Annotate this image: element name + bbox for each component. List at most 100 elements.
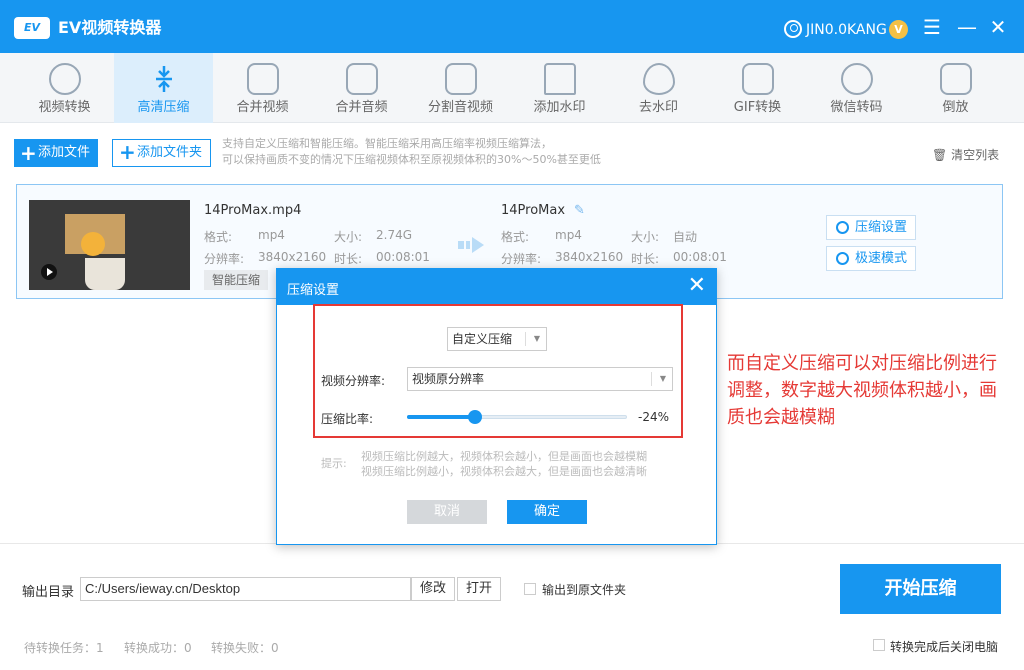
start-compress-button[interactable]: 开始压缩: [840, 564, 1001, 614]
ratio-label: 压缩比率:: [321, 412, 374, 426]
trash-icon: 🗑: [932, 148, 948, 162]
function-toolbar: 视频转换 高清压缩 合并视频 合并音频 分割音视频 添加水印 去水印 GIF转换…: [0, 53, 1024, 123]
to-source-folder-checkbox[interactable]: [524, 583, 536, 595]
tool-label: 添加水印: [533, 100, 586, 115]
menu-icon[interactable]: ☰: [919, 14, 945, 40]
video-thumbnail[interactable]: [29, 200, 190, 290]
tool-label: 微信转码: [830, 100, 883, 115]
split-icon: [445, 63, 477, 95]
source-size: 2.74G: [376, 228, 413, 242]
add-folder-button[interactable]: + 添加文件夹: [112, 139, 212, 167]
output-format: mp4: [555, 228, 582, 242]
play-icon[interactable]: [41, 264, 57, 280]
meta-label: 分辨率:: [501, 252, 542, 266]
fast-mode-label: 极速模式: [855, 251, 908, 266]
resolution-select[interactable]: 视频原分辨率 ▼: [407, 367, 673, 391]
merge-audio-icon: [346, 63, 378, 95]
add-file-button[interactable]: + 添加文件: [14, 139, 99, 167]
cancel-button[interactable]: 取消: [407, 500, 487, 524]
reverse-icon: [940, 63, 972, 95]
meta-label: 时长:: [334, 252, 363, 266]
compress-settings-button[interactable]: 压缩设置: [826, 215, 916, 240]
tip-line: 视频压缩比例越大，视频体积会越小，但是画面也会越模糊: [361, 450, 647, 463]
tool-label: 高清压缩: [137, 100, 190, 115]
open-button[interactable]: 打开: [457, 577, 501, 601]
tool-merge-audio[interactable]: 合并音频: [312, 53, 411, 123]
compress-settings-dialog: 压缩设置 ✕ 自定义压缩 ▼ 视频分辨率: 视频原分辨率 ▼ 压缩比率: -24…: [276, 268, 717, 545]
title-bar: EV EV视频转换器 JIN0.0KANG V ☰ — ✕: [0, 0, 1024, 53]
thumbnail-cup: [85, 258, 125, 290]
tool-split[interactable]: 分割音视频: [411, 53, 510, 123]
tool-remove-watermark[interactable]: 去水印: [609, 53, 708, 123]
shutdown-label: 转换完成后关闭电脑: [890, 640, 999, 654]
dialog-title: 压缩设置: [287, 283, 340, 298]
meta-label: 格式:: [204, 230, 233, 244]
chevron-down-icon: ▼: [659, 374, 666, 383]
thumbnail-mascot: [81, 232, 105, 256]
failed-count: 转换失败：0: [211, 641, 279, 655]
select-separator: [525, 332, 526, 346]
dialog-header: 压缩设置 ✕: [277, 269, 716, 305]
tip-label: 提示:: [321, 457, 347, 470]
output-dir-field[interactable]: C:/Users/ieway.cn/Desktop: [80, 577, 411, 601]
tool-gif[interactable]: GIF转换: [708, 53, 807, 123]
clear-list-label: 清空列表: [951, 148, 1000, 162]
tool-wechat[interactable]: 微信转码: [807, 53, 906, 123]
mode-tag: 智能压缩: [204, 270, 269, 290]
mode-select[interactable]: 自定义压缩 ▼: [447, 327, 547, 351]
feature-description: 支持自定义压缩和智能压缩。智能压缩采用高压缩率视频压缩算法， 可以保持画质不变的…: [222, 136, 601, 168]
add-file-label: 添加文件: [38, 145, 91, 160]
merge-video-icon: [247, 63, 279, 95]
gif-icon: [742, 63, 774, 95]
app-title: EV视频转换器: [58, 18, 162, 37]
select-separator: [651, 372, 652, 386]
meta-label: 格式:: [501, 230, 530, 244]
resolution-select-value: 视频原分辨率: [412, 372, 485, 386]
edit-name-icon[interactable]: ✎: [574, 203, 585, 218]
clear-list-button[interactable]: 🗑 清空列表: [932, 146, 999, 163]
tip-text: 视频压缩比例越大，视频体积会越小，但是画面也会越模糊 视频压缩比例越小，视频体积…: [361, 449, 647, 479]
vip-badge-icon[interactable]: V: [889, 20, 908, 39]
success-count: 转换成功：0: [124, 641, 192, 655]
meta-label: 时长:: [631, 252, 660, 266]
minimize-icon[interactable]: —: [954, 14, 980, 40]
source-resolution: 3840x2160: [258, 250, 327, 264]
tool-label: 视频转换: [38, 100, 91, 115]
plus-icon: +: [119, 140, 136, 164]
user-icon[interactable]: [784, 20, 802, 38]
tool-merge-video[interactable]: 合并视频: [213, 53, 312, 123]
shutdown-checkbox[interactable]: [873, 639, 885, 651]
settings-icon: [836, 221, 849, 234]
tool-add-watermark[interactable]: 添加水印: [510, 53, 609, 123]
app-logo: EV: [14, 17, 50, 39]
tool-hd-compress[interactable]: 高清压缩: [114, 53, 213, 123]
mode-select-value: 自定义压缩: [452, 332, 513, 346]
tool-label: 去水印: [638, 100, 678, 115]
meta-label: 分辨率:: [204, 252, 245, 266]
close-icon[interactable]: ✕: [688, 273, 706, 299]
wechat-icon: [841, 63, 873, 95]
output-file-name[interactable]: 14ProMax: [501, 203, 565, 218]
close-icon[interactable]: ✕: [985, 14, 1011, 40]
tool-label: 合并视频: [236, 100, 289, 115]
tool-video-convert[interactable]: 视频转换: [15, 53, 114, 123]
tool-label: GIF转换: [733, 100, 782, 115]
tip-line: 视频压缩比例越小，视频体积会越大，但是画面也会越清晰: [361, 465, 647, 478]
source-file-name: 14ProMax.mp4: [204, 203, 302, 218]
compress-icon: [148, 63, 180, 95]
output-dir-label: 输出目录: [22, 585, 75, 600]
source-format: mp4: [258, 228, 285, 242]
compress-settings-label: 压缩设置: [855, 220, 908, 235]
description-line: 可以保持画质不变的情况下压缩视频体积至原视频体积的30%～50%甚至更低: [222, 153, 601, 166]
modify-button[interactable]: 修改: [411, 577, 455, 601]
tool-label: 合并音频: [335, 100, 388, 115]
watermark-add-icon: [544, 63, 576, 95]
username[interactable]: JIN0.0KANG: [806, 20, 887, 40]
add-folder-label: 添加文件夹: [137, 145, 203, 160]
confirm-button[interactable]: 确定: [507, 500, 587, 524]
fast-mode-button[interactable]: 极速模式: [826, 246, 916, 271]
tool-reverse[interactable]: 倒放: [906, 53, 1005, 123]
ratio-value: -24%: [638, 410, 670, 424]
annotation-text: 而自定义压缩可以对压缩比例进行调整，数字越大视频体积越小，画质也会越模糊: [727, 353, 997, 428]
watermark-remove-icon: [643, 63, 675, 95]
